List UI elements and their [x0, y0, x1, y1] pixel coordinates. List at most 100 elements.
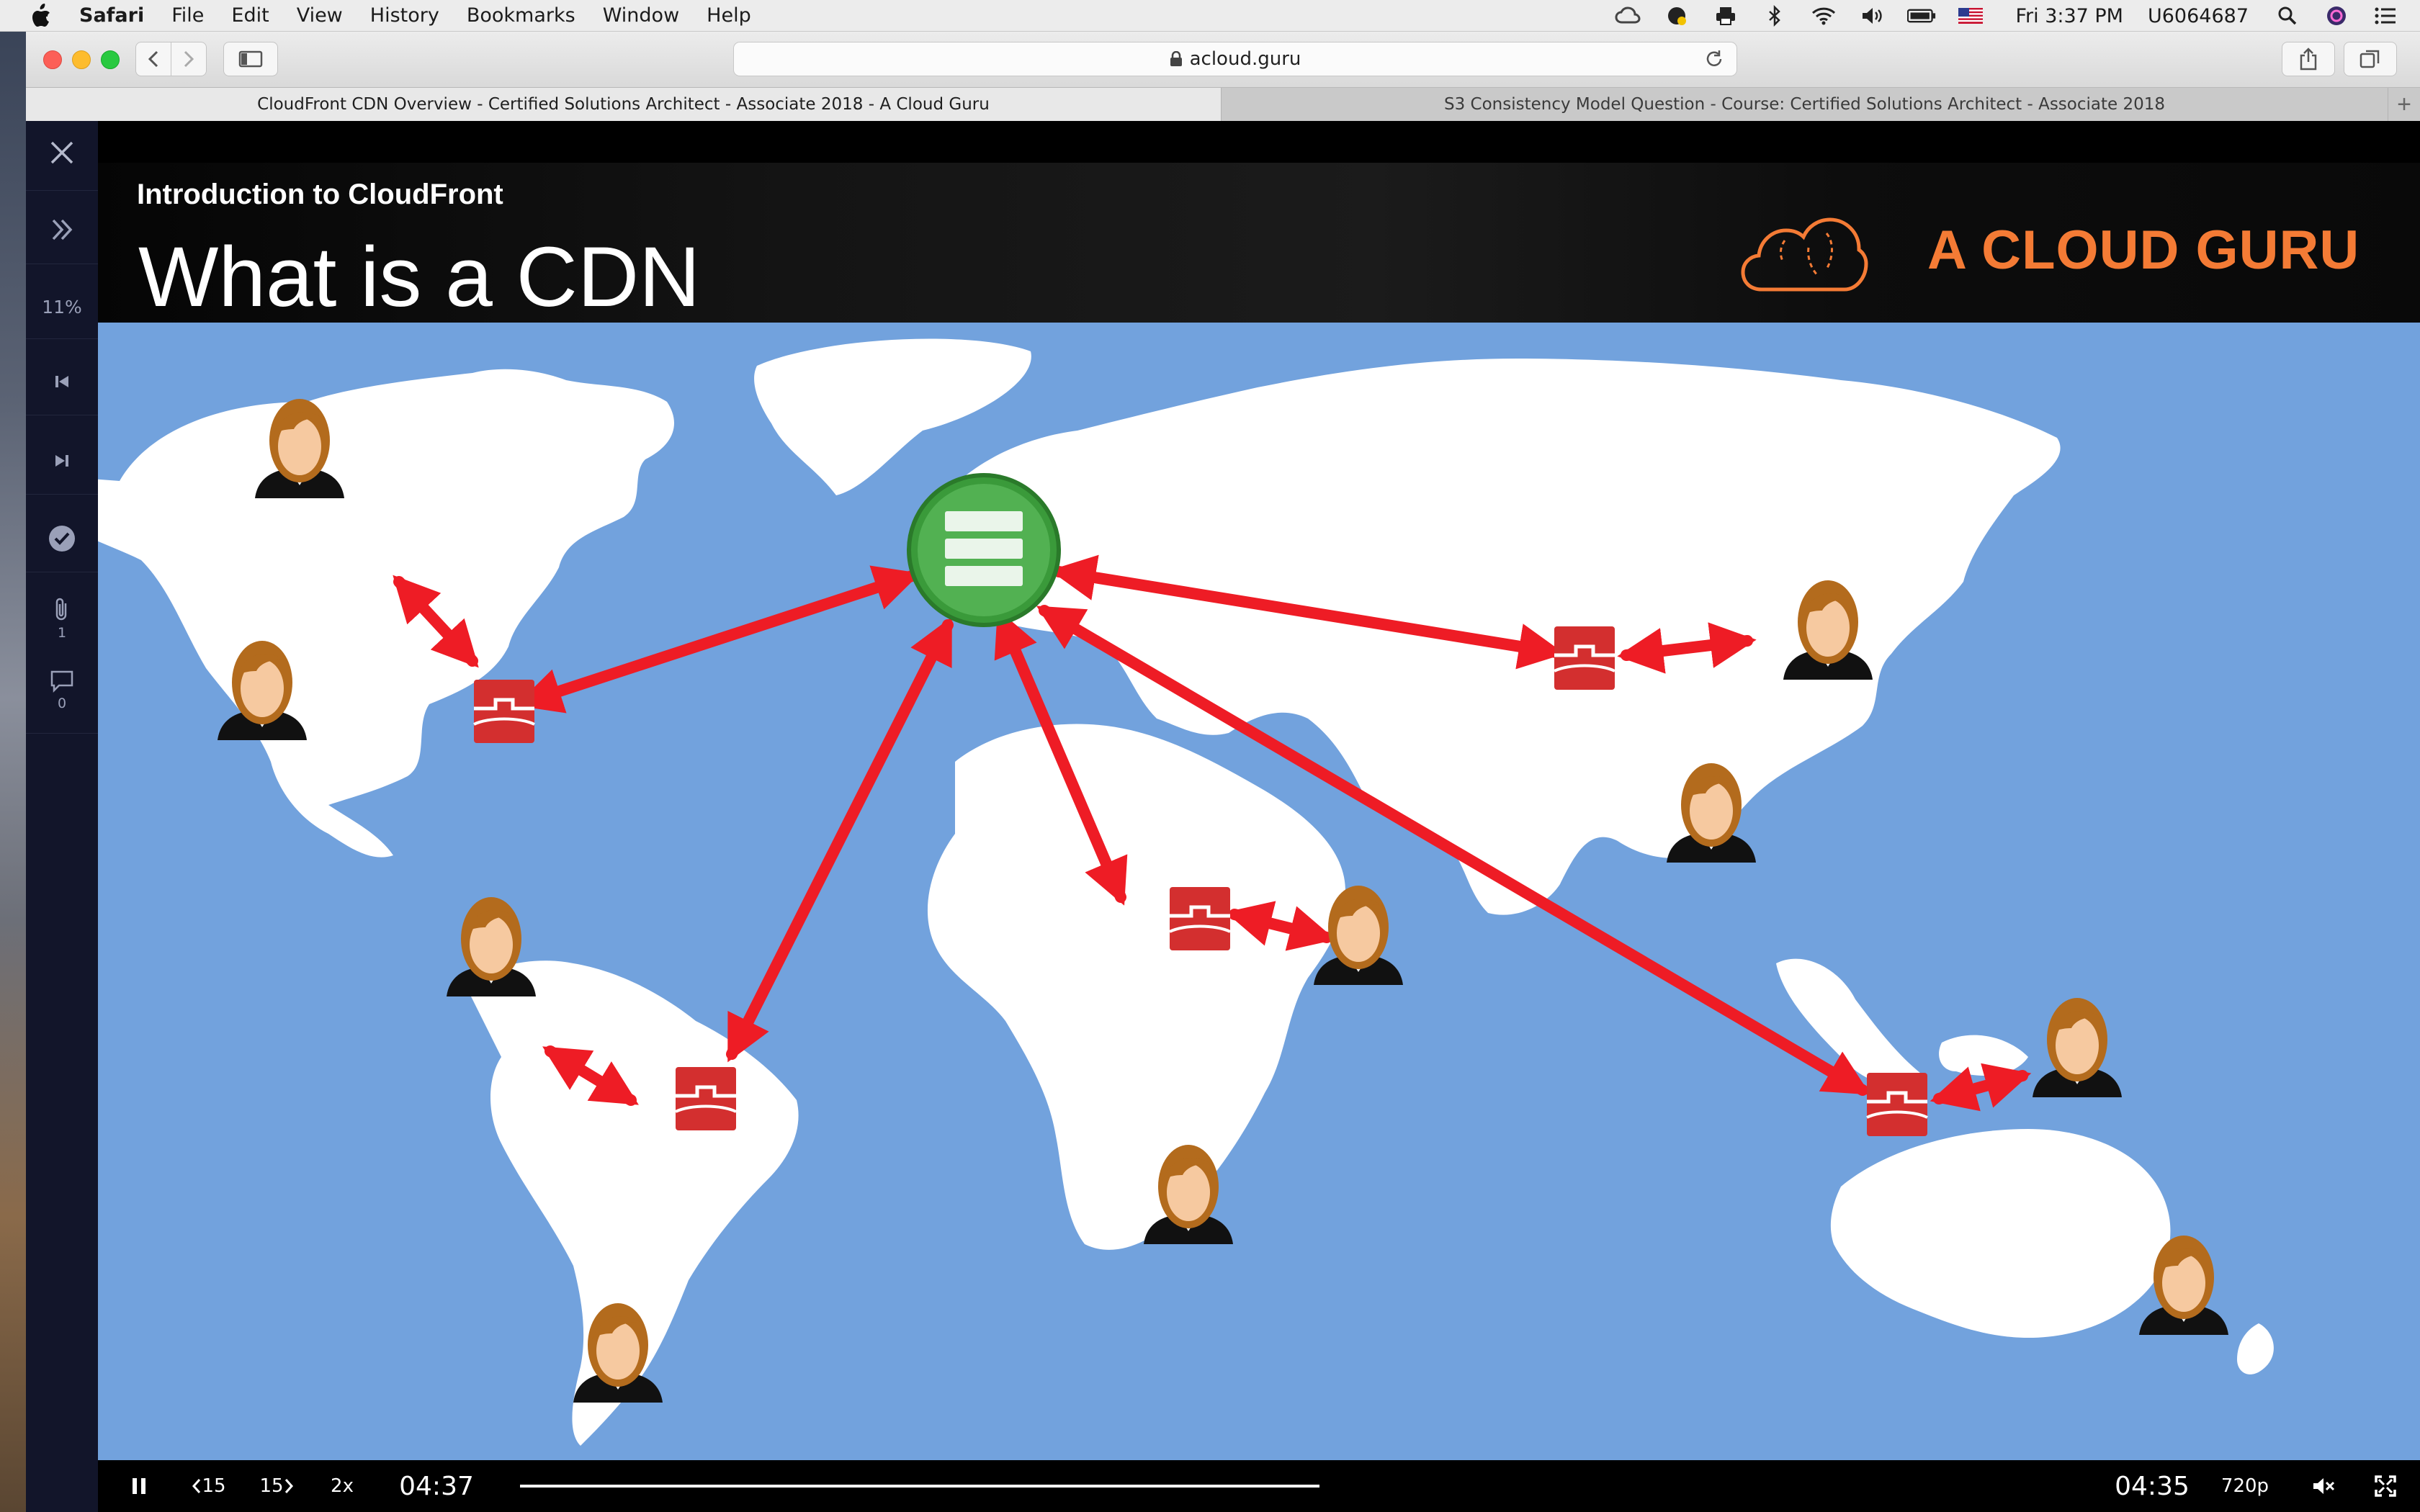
- progress-bar[interactable]: [520, 1485, 1319, 1488]
- attachments-count: 1: [57, 625, 67, 641]
- video-player[interactable]: Introduction to CloudFront What is a CDN…: [98, 121, 2420, 1512]
- sidebar-icon: [238, 50, 263, 68]
- menu-edit[interactable]: Edit: [231, 4, 269, 27]
- address-bar[interactable]: acloud.guru: [733, 42, 1737, 76]
- menu-help[interactable]: Help: [707, 4, 751, 27]
- share-button[interactable]: [2282, 42, 2335, 76]
- app-status-icon[interactable]: [1662, 5, 1691, 27]
- menu-app-safari[interactable]: Safari: [79, 4, 144, 27]
- mark-complete-button[interactable]: [26, 524, 98, 553]
- notification-center-icon[interactable]: [2371, 5, 2400, 27]
- playback-speed-button[interactable]: 2x: [323, 1460, 362, 1512]
- comment-icon: [50, 670, 73, 693]
- comments-button[interactable]: 0: [26, 670, 98, 711]
- mute-button[interactable]: [2305, 1460, 2342, 1512]
- bluetooth-icon[interactable]: [1760, 5, 1789, 27]
- forward-button[interactable]: [171, 42, 207, 76]
- menu-history[interactable]: History: [370, 4, 439, 27]
- tab-s3-consistency-model[interactable]: S3 Consistency Model Question - Course: …: [1222, 88, 2388, 121]
- skip-next-icon: [55, 455, 68, 467]
- forward-15-button[interactable]: 15: [255, 1460, 298, 1512]
- pause-icon: [133, 1478, 145, 1494]
- fullscreen-icon: [2375, 1475, 2396, 1497]
- rail-divider: [26, 338, 98, 339]
- apple-logo-icon[interactable]: [29, 3, 52, 29]
- printer-icon[interactable]: [1711, 5, 1740, 27]
- chevron-right-icon: [184, 50, 194, 68]
- volume-muted-icon: [2313, 1478, 2335, 1494]
- tab-overview-button[interactable]: [2344, 42, 2397, 76]
- address-bar-url: acloud.guru: [1189, 48, 1301, 70]
- playback-speed: 2x: [331, 1475, 354, 1497]
- back-button[interactable]: [135, 42, 171, 76]
- menubar-clock[interactable]: Fri 3:37 PM: [2015, 5, 2123, 27]
- menu-window[interactable]: Window: [603, 4, 679, 27]
- lock-icon: [1170, 51, 1182, 66]
- wifi-icon[interactable]: [1809, 5, 1838, 27]
- chevron-left-icon: [148, 50, 158, 68]
- slide-subtitle: Introduction to CloudFront: [137, 179, 503, 210]
- fullscreen-button[interactable]: [2367, 1460, 2404, 1512]
- comments-count: 0: [57, 696, 67, 711]
- rewind-15-button[interactable]: 15: [187, 1460, 230, 1512]
- tab-title: S3 Consistency Model Question - Course: …: [1443, 95, 2166, 114]
- reload-icon[interactable]: [1703, 49, 1725, 71]
- skip-previous-icon: [55, 376, 68, 387]
- spotlight-search-icon[interactable]: [2273, 5, 2302, 27]
- expand-sidebar-button[interactable]: [26, 217, 98, 242]
- attachments-button[interactable]: 1: [26, 596, 98, 641]
- origin-server: [907, 473, 1061, 627]
- safari-window: acloud.guru CloudFront CDN Overview - Ce…: [26, 32, 2420, 1512]
- elapsed-time-text: 04:37: [399, 1471, 474, 1501]
- window-close-button[interactable]: [43, 50, 62, 69]
- browser-toolbar: acloud.guru: [26, 32, 2420, 88]
- close-lesson-button[interactable]: [26, 140, 98, 166]
- window-minimize-button[interactable]: [72, 50, 91, 69]
- edge-location-africa: [1170, 887, 1230, 950]
- menu-bookmarks[interactable]: Bookmarks: [467, 4, 575, 27]
- new-tab-button[interactable]: +: [2388, 88, 2420, 121]
- previous-lesson-button[interactable]: [26, 373, 98, 390]
- forward-label: 15: [259, 1475, 284, 1497]
- us-flag-input-icon[interactable]: [1956, 5, 1985, 27]
- next-lesson-button[interactable]: [26, 452, 98, 469]
- window-zoom-button[interactable]: [101, 50, 120, 69]
- edge-location-asia: [1554, 626, 1615, 690]
- lesson-sidebar-rail: 11% 1 0: [26, 121, 98, 1512]
- expand-chevrons-icon: [52, 219, 73, 240]
- brand-name: A CLOUD GURU: [1927, 220, 2360, 281]
- rail-divider: [26, 190, 98, 191]
- slide-title: What is a CDN: [138, 230, 701, 325]
- remaining-time-text: 04:35: [2115, 1471, 2190, 1501]
- menubar-user[interactable]: U6064687: [2148, 5, 2249, 27]
- siri-icon[interactable]: [2322, 5, 2351, 27]
- share-icon: [2300, 48, 2317, 71]
- menu-view[interactable]: View: [297, 4, 343, 27]
- tab-title: CloudFront CDN Overview - Certified Solu…: [257, 95, 990, 114]
- cloud-guru-logo-icon: [1741, 217, 1868, 292]
- quality-button[interactable]: 720p: [2214, 1460, 2276, 1512]
- server-rack-icon: [945, 511, 1023, 586]
- video-letterbox: [98, 121, 2420, 163]
- creative-cloud-icon[interactable]: [1613, 5, 1642, 27]
- quality-label: 720p: [2220, 1475, 2269, 1497]
- battery-icon[interactable]: [1907, 5, 1936, 27]
- show-sidebar-button[interactable]: [223, 42, 278, 76]
- edge-location-australia: [1867, 1073, 1927, 1136]
- edge-location-north-america: [474, 680, 534, 743]
- elapsed-time: 04:37: [393, 1460, 480, 1512]
- pause-button[interactable]: [121, 1460, 157, 1512]
- complete-check-icon: [49, 526, 75, 552]
- desktop-wallpaper: [0, 32, 26, 1512]
- player-controls: 15 15 2x 04:37 04:35 720p: [98, 1460, 2420, 1512]
- rewind-label: 15: [202, 1475, 226, 1497]
- menu-file[interactable]: File: [171, 4, 204, 27]
- macos-menu-bar: Safari File Edit View History Bookmarks …: [0, 0, 2420, 32]
- edge-location-south-america: [676, 1067, 736, 1130]
- volume-icon[interactable]: [1858, 5, 1887, 27]
- close-icon: [50, 141, 73, 164]
- tab-cloudfront-cdn-overview[interactable]: CloudFront CDN Overview - Certified Solu…: [26, 88, 1222, 121]
- course-progress-percent: 11%: [42, 297, 82, 318]
- chevron-right-icon: [284, 1479, 293, 1493]
- page-content: 11% 1 0 Introduction to CloudFront What …: [26, 121, 2420, 1512]
